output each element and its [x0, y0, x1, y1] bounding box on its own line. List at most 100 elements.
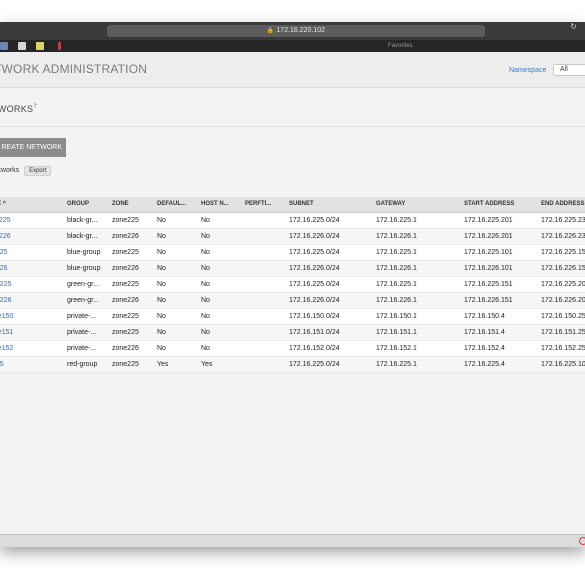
cell-gateway: 172.16.226.1: [372, 260, 460, 277]
page-title-text: TWORKS: [0, 104, 34, 114]
table-row[interactable]: ck225black-gr...zone225NoNo172.16.225.0/…: [0, 212, 585, 229]
cell-name[interactable]: ck226: [0, 228, 63, 245]
create-network-button[interactable]: REATE NETWORK: [0, 138, 66, 157]
cell-host-network: Yes: [197, 356, 241, 373]
table-row[interactable]: ate152private-...zone226NoNo172.16.152.0…: [0, 340, 585, 357]
favorites-bar: Favorites: [0, 40, 585, 52]
cell-subnet: 172.16.152.0/24: [285, 340, 372, 357]
export-button[interactable]: Export: [24, 166, 52, 176]
cell-group: black-gr...: [63, 212, 108, 229]
cell-gateway: 172.16.152.1: [372, 340, 460, 357]
cell-name[interactable]: ck225: [0, 212, 63, 229]
cell-perftier: [241, 340, 285, 357]
column-header-end-address[interactable]: END ADDRESS: [537, 197, 585, 213]
cell-subnet: 172.16.225.0/24: [285, 356, 372, 373]
table-row[interactable]: en226green-gr...zone226NoNo172.16.226.0/…: [0, 292, 585, 309]
table-header-row: ME ^GROUPZONEDEFAUL...HOST N...PERFTI...…: [0, 197, 585, 213]
address-bar[interactable]: 🔒 172.16.220.102: [107, 25, 485, 37]
networks-toolbar: etworks Export: [0, 166, 52, 176]
cell-start-address: 172.16.225.101: [460, 244, 537, 261]
cell-start-address: 172.16.225.4: [460, 356, 537, 373]
bookmark-icon[interactable]: [58, 42, 61, 50]
column-header-host-network[interactable]: HOST N...: [197, 197, 241, 213]
cell-group: red-group: [63, 356, 108, 373]
cell-perftier: [241, 308, 285, 325]
cell-start-address: 172.16.226.201: [460, 228, 537, 245]
app-header: TWORK ADMINISTRATION Namespace All: [0, 52, 585, 88]
cell-name[interactable]: ate152: [0, 340, 63, 357]
app-title: TWORK ADMINISTRATION: [0, 62, 148, 76]
cell-zone: zone225: [108, 356, 153, 373]
cell-default: No: [153, 260, 197, 277]
table-row[interactable]: 225red-groupzone225YesYes172.16.225.0/24…: [0, 356, 585, 373]
column-header-default[interactable]: DEFAUL...: [153, 197, 197, 213]
table-row[interactable]: ate151private-...zone225NoNo172.16.151.0…: [0, 324, 585, 341]
namespace-select[interactable]: All: [553, 64, 585, 76]
cell-group: blue-group: [63, 244, 108, 261]
cell-host-network: No: [197, 260, 241, 277]
cell-subnet: 172.16.225.0/24: [285, 212, 372, 229]
drive-icon[interactable]: [18, 42, 26, 50]
table-row[interactable]: e226blue-groupzone226NoNo172.16.226.0/24…: [0, 260, 585, 277]
help-icon[interactable]: ?: [33, 104, 37, 110]
cell-default: No: [153, 340, 197, 357]
column-header-start-address[interactable]: START ADDRESS: [460, 197, 537, 213]
cell-zone: zone225: [108, 212, 153, 229]
bookmark-icon[interactable]: [0, 42, 8, 50]
column-header-subnet[interactable]: SUBNET: [285, 197, 372, 213]
cell-gateway: 172.16.225.1: [372, 244, 460, 261]
cell-group: green-gr...: [63, 276, 108, 293]
cell-name[interactable]: ate150: [0, 308, 63, 325]
table-row[interactable]: en225green-gr...zone225NoNo172.16.225.0/…: [0, 276, 585, 293]
cell-host-network: No: [197, 276, 241, 293]
cell-default: No: [153, 308, 197, 325]
cell-gateway: 172.16.225.1: [372, 356, 460, 373]
cell-default: No: [153, 212, 197, 229]
cell-host-network: No: [197, 340, 241, 357]
cell-start-address: 172.16.225.151: [460, 276, 537, 293]
cell-name[interactable]: e226: [0, 260, 63, 277]
table-row[interactable]: e225blue-groupzone225NoNo172.16.225.0/24…: [0, 244, 585, 261]
cell-end-address: 172.16.226.150: [537, 260, 585, 277]
favorites-label[interactable]: Favorites: [388, 40, 413, 52]
cell-subnet: 172.16.225.0/24: [285, 276, 372, 293]
column-header-name[interactable]: ME ^: [0, 197, 63, 213]
cell-perftier: [241, 260, 285, 277]
cell-name[interactable]: e225: [0, 244, 63, 261]
column-header-zone[interactable]: ZONE: [108, 197, 153, 213]
cell-end-address: 172.16.151.254: [537, 324, 585, 341]
cell-subnet: 172.16.226.0/24: [285, 260, 372, 277]
column-header-perftier[interactable]: PERFTI...: [241, 197, 285, 213]
page-title: TWORKS?: [0, 104, 37, 114]
cell-name[interactable]: en225: [0, 276, 63, 293]
cell-default: No: [153, 228, 197, 245]
cell-end-address: 172.16.225.200: [537, 276, 585, 293]
cell-default: No: [153, 292, 197, 309]
cell-name[interactable]: ate151: [0, 324, 63, 341]
table-row[interactable]: ck226black-gr...zone226NoNo172.16.226.0/…: [0, 228, 585, 245]
cell-gateway: 172.16.150.1: [372, 308, 460, 325]
cell-perftier: [241, 276, 285, 293]
cell-group: blue-group: [63, 260, 108, 277]
cell-name[interactable]: en226: [0, 292, 63, 309]
reload-icon[interactable]: ↻: [570, 22, 577, 31]
cell-host-network: No: [197, 212, 241, 229]
cell-default: Yes: [153, 356, 197, 373]
cell-end-address: 172.16.225.150: [537, 244, 585, 261]
cell-perftier: [241, 228, 285, 245]
networks-table: ME ^GROUPZONEDEFAUL...HOST N...PERFTI...…: [0, 197, 585, 373]
column-header-group[interactable]: GROUP: [63, 197, 108, 213]
cell-group: black-gr...: [63, 228, 108, 245]
cell-start-address: 172.16.150.4: [460, 308, 537, 325]
cell-perftier: [241, 244, 285, 261]
cell-start-address: 172.16.226.151: [460, 292, 537, 309]
error-icon[interactable]: [579, 537, 585, 545]
cell-end-address: 172.16.150.254: [537, 308, 585, 325]
column-header-gateway[interactable]: GATEWAY: [372, 197, 460, 213]
cell-zone: zone225: [108, 276, 153, 293]
cell-zone: zone225: [108, 324, 153, 341]
bookmark-icon[interactable]: [36, 42, 44, 50]
cell-name[interactable]: 225: [0, 356, 63, 373]
cell-zone: zone225: [108, 244, 153, 261]
table-row[interactable]: ate150private-...zone225NoNo172.16.150.0…: [0, 308, 585, 325]
